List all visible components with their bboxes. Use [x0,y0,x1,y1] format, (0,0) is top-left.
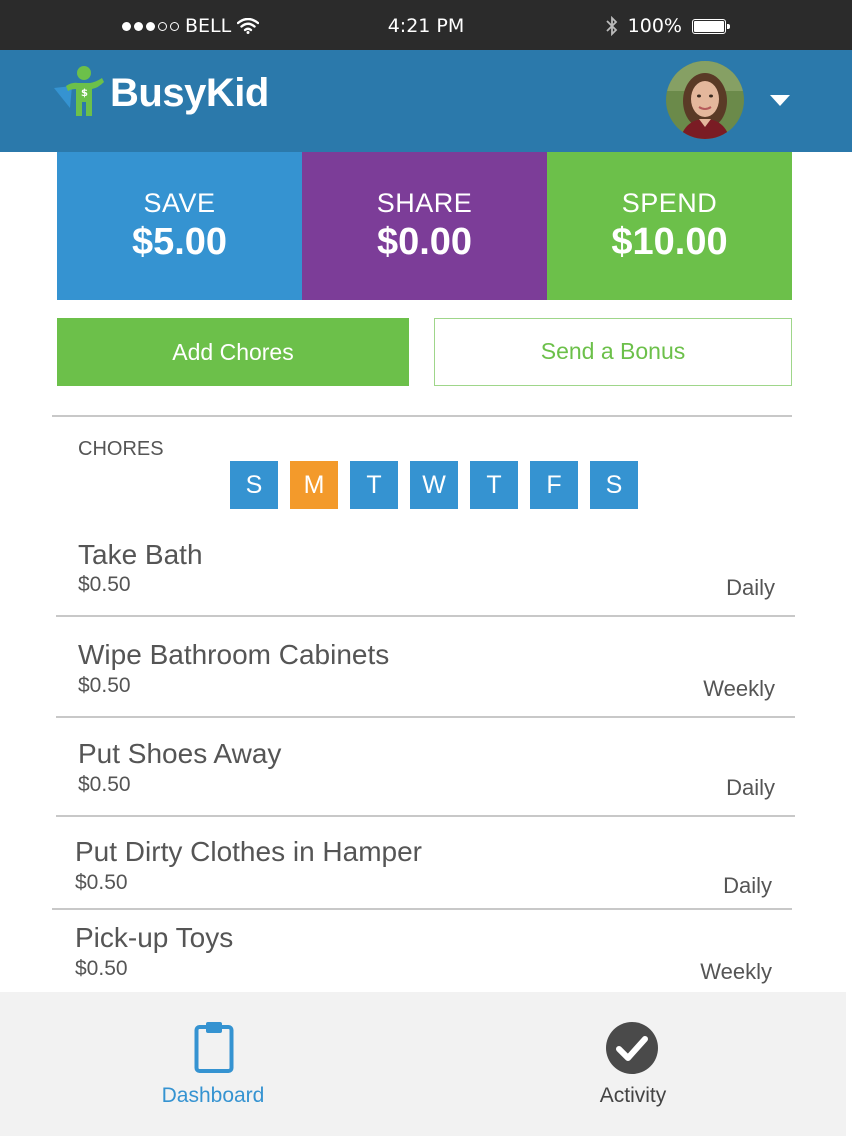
chore-frequency: Weekly [703,676,775,701]
day-button-thursday[interactable]: T [470,461,518,509]
spend-balance-tile[interactable]: SPEND $10.00 [547,152,792,300]
save-amount: $5.00 [131,221,228,263]
chore-list-item[interactable]: Put Shoes Away $0.50 Daily [0,731,852,831]
chore-title: Pick-up Toys [75,922,234,953]
clipboard-icon [194,1022,234,1073]
chore-frequency: Daily [723,873,772,898]
row-divider [56,615,795,617]
chore-title: Take Bath [78,539,203,570]
app-header: $ BusyKid [0,50,852,152]
bottom-tab-bar: Dashboard Activity [0,992,846,1136]
chore-list-item[interactable]: Take Bath $0.50 Daily [0,530,852,630]
save-balance-tile[interactable]: SAVE $5.00 [57,152,302,300]
chore-list-item[interactable]: Wipe Bathroom Cabinets $0.50 Weekly [0,631,852,731]
battery-percent: 100% [627,15,682,37]
share-label: SHARE [376,188,473,218]
day-button-saturday[interactable]: S [590,461,638,509]
tab-activity[interactable]: Activity [540,992,726,1136]
chore-price: $0.50 [78,573,131,596]
day-selector: S M T W T F S [230,461,638,509]
app-name: BusyKid [110,70,269,115]
busykid-figure-icon: $ [54,66,104,116]
day-button-tuesday[interactable]: T [350,461,398,509]
chore-title: Wipe Bathroom Cabinets [78,639,390,670]
tab-dashboard-label: Dashboard [161,1084,265,1107]
share-balance-tile[interactable]: SHARE $0.00 [302,152,547,300]
day-button-sunday[interactable]: S [230,461,278,509]
row-divider [56,815,795,817]
status-right: 100% [606,15,730,37]
status-bar: BELL 4:21 PM 100% [0,0,852,50]
bluetooth-icon [606,16,617,36]
balance-tiles: SAVE $5.00 SHARE $0.00 SPEND $10.00 [57,152,792,300]
day-button-wednesday[interactable]: W [410,461,458,509]
day-button-monday[interactable]: M [290,461,338,509]
user-avatar[interactable] [666,61,744,139]
spend-label: SPEND [621,188,718,218]
day-button-friday[interactable]: F [530,461,578,509]
checkmark-circle-icon [606,1022,658,1074]
add-chores-button[interactable]: Add Chores [57,318,409,386]
share-amount: $0.00 [376,221,473,263]
section-divider [52,415,792,417]
tab-dashboard[interactable]: Dashboard [120,992,306,1136]
save-label: SAVE [143,188,216,218]
row-divider [52,908,792,910]
chore-price: $0.50 [78,773,131,796]
row-divider [56,716,795,718]
app-logo[interactable]: $ BusyKid [52,64,269,122]
chore-price: $0.50 [75,871,128,894]
chore-frequency: Daily [726,575,775,600]
caret-down-icon[interactable] [770,95,790,106]
chore-price: $0.50 [75,957,128,980]
battery-icon [692,18,730,34]
chore-frequency: Daily [726,775,775,800]
tab-activity-label: Activity [599,1084,667,1107]
chore-list-item[interactable]: Put Dirty Clothes in Hamper $0.50 Daily [0,829,852,929]
send-bonus-button[interactable]: Send a Bonus [434,318,792,386]
chore-price: $0.50 [78,674,131,697]
chores-heading: CHORES [78,438,164,460]
spend-amount: $10.00 [611,221,728,263]
avatar-image [666,61,744,139]
chore-frequency: Weekly [700,959,772,984]
chore-title: Put Shoes Away [78,738,282,769]
chore-title: Put Dirty Clothes in Hamper [75,836,423,867]
svg-text:$: $ [81,88,88,99]
